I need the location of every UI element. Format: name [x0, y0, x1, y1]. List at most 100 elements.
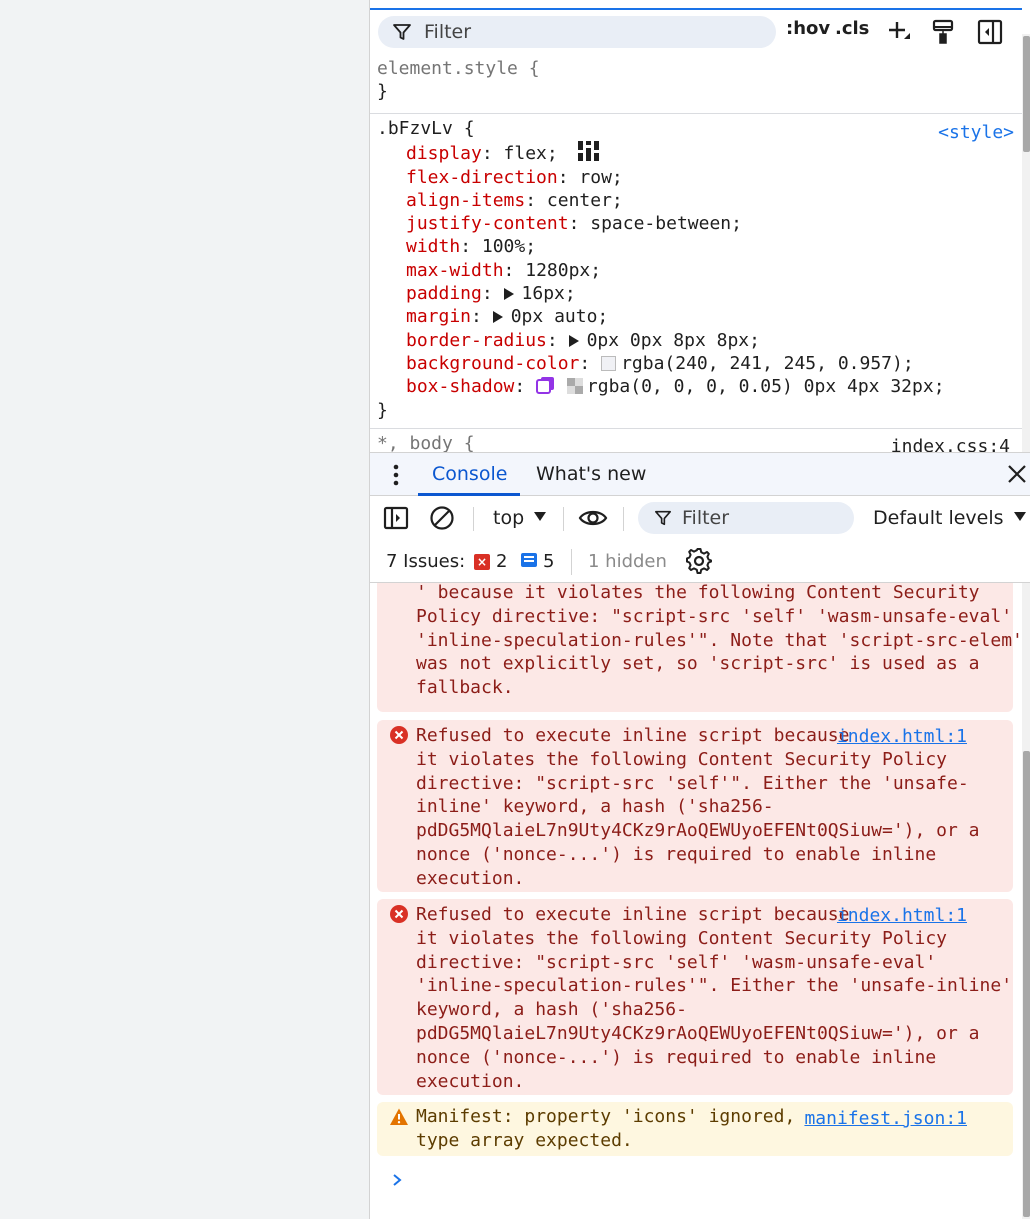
checker-swatch-icon[interactable]: [566, 378, 583, 395]
decl-background-color[interactable]: background-color: rgba(240, 241, 245, 0.…: [370, 352, 1022, 375]
toolbar-divider: [563, 507, 564, 531]
decl-display[interactable]: display: flex;: [370, 140, 1022, 165]
message-line: type array expected.: [416, 1129, 633, 1151]
rule-source-link[interactable]: index.css:4: [891, 435, 1010, 452]
decl-width[interactable]: width: 100%;: [370, 235, 1022, 258]
decl-prop: align-items: [406, 189, 526, 211]
issues-label[interactable]: 7 Issues:: [386, 551, 465, 572]
live-expression-eye-icon[interactable]: [578, 505, 608, 531]
expand-triangle-icon[interactable]: [503, 288, 514, 301]
decl-prop: display: [406, 143, 482, 165]
message-line: Policy directive: "script-src 'self' 'wa…: [416, 605, 1013, 627]
console-scrollbar-thumb[interactable]: [1023, 751, 1030, 1217]
log-levels-dropdown[interactable]: Default levels: [873, 507, 1026, 529]
shadow-editor-icon[interactable]: [536, 376, 556, 395]
message-line: directive: "script-src 'self'". Either t…: [416, 772, 969, 794]
styles-filter-placeholder: Filter: [424, 21, 472, 43]
message-line: ' because it violates the following Cont…: [416, 583, 980, 603]
message-line: keyword, a hash ('sha256-: [416, 999, 687, 1021]
styles-tab-indicator: [370, 8, 1022, 10]
decl-align-items[interactable]: align-items: center;: [370, 189, 1022, 212]
decl-justify-content[interactable]: justify-content: space-between;: [370, 212, 1022, 235]
message-line: execution.: [416, 867, 525, 889]
decl-value: flex;: [503, 143, 558, 165]
message-line: inline' keyword, a hash ('sha256-: [416, 796, 774, 818]
decl-prop: width: [406, 236, 461, 258]
chevron-down-icon: [1013, 512, 1026, 521]
expand-triangle-icon[interactable]: [568, 334, 579, 347]
show-sidebar-icon[interactable]: [383, 505, 409, 531]
rule-selector[interactable]: .bFzvLv {: [370, 117, 1022, 140]
issues-info-count[interactable]: 5: [521, 551, 554, 572]
toggle-sidebar-icon[interactable]: [977, 19, 1003, 45]
decl-value: 1280px;: [525, 259, 602, 281]
console-prompt-chevron-icon[interactable]: [390, 1173, 404, 1187]
rule-divider: [370, 113, 1022, 114]
decl-prop: background-color: [406, 352, 580, 374]
rule-source-link[interactable]: <style>: [938, 121, 1014, 144]
new-style-rule-icon[interactable]: [886, 19, 912, 45]
decl-prop: padding: [406, 283, 482, 305]
decl-value: row;: [579, 166, 623, 188]
message-source-link[interactable]: index.html:1: [837, 725, 967, 749]
rule-close: }: [377, 399, 388, 421]
message-line: nonce ('nonce-...') is required to enabl…: [416, 843, 937, 865]
flexbox-editor-icon[interactable]: [577, 140, 601, 162]
decl-value: 0px 0px 8px 8px;: [586, 329, 760, 351]
console-error-message[interactable]: ' because it violates the following Cont…: [377, 583, 1022, 712]
decl-padding[interactable]: padding: 16px;: [370, 282, 1022, 305]
message-line: pdDG5MQlaieL7n9Uty4CKz9rAoQEWUyoEFENt0QS…: [416, 1022, 980, 1044]
console-filter-input[interactable]: Filter: [638, 502, 854, 534]
message-source-link[interactable]: index.html:1: [837, 904, 967, 928]
element-style-close: }: [377, 81, 388, 103]
color-swatch-icon[interactable]: [601, 355, 617, 371]
active-tab-indicator: [418, 493, 520, 496]
decl-margin[interactable]: margin: 0px auto;: [370, 305, 1022, 328]
message-line: 'inline-speculation-rules'". Note that '…: [416, 629, 1022, 651]
decl-border-radius[interactable]: border-radius: 0px 0px 8px 8px;: [370, 329, 1022, 352]
console-warning-message[interactable]: manifest.json:1 Manifest: property 'icon…: [377, 1102, 1013, 1156]
styles-pane: Filter :hov .cls element.style { } <styl…: [370, 0, 1022, 452]
styles-filter-input[interactable]: Filter: [378, 16, 776, 48]
console-settings-gear-icon[interactable]: [686, 548, 712, 574]
drawer-tab-bar: Console What's new: [370, 452, 1030, 496]
decl-value: rgba(0, 0, 0, 0.05) 0px 4px 32px;: [586, 376, 945, 398]
clear-console-icon[interactable]: [429, 505, 455, 531]
message-source-link[interactable]: manifest.json:1: [804, 1107, 967, 1131]
styles-scrollbar-thumb[interactable]: [1023, 36, 1030, 152]
hidden-issues-count: 1 hidden: [588, 551, 667, 572]
chevron-down-icon: [534, 512, 547, 521]
message-line: nonce ('nonce-...') is required to enabl…: [416, 1046, 937, 1068]
element-style-rule: element.style { }: [370, 57, 1022, 104]
tab-console[interactable]: Console: [432, 463, 507, 485]
styles-scrollbar[interactable]: [1022, 34, 1030, 452]
context-selector[interactable]: top: [493, 507, 547, 529]
console-scrollbar[interactable]: [1022, 583, 1030, 1219]
console-error-message[interactable]: index.html:1 Refused to execute inline s…: [377, 899, 1013, 1095]
cls-toggle-button[interactable]: .cls: [835, 18, 869, 39]
message-line: it violates the following Content Securi…: [416, 927, 948, 949]
styles-toolbar: Filter :hov .cls: [370, 12, 1022, 52]
toolbar-divider: [473, 507, 474, 531]
more-tools-icon[interactable]: [390, 463, 402, 487]
paint-roller-icon[interactable]: [930, 19, 956, 45]
decl-value: 100%;: [481, 236, 537, 258]
decl-max-width[interactable]: max-width: 1280px;: [370, 259, 1022, 282]
element-style-selector[interactable]: element.style {: [370, 57, 1022, 80]
console-error-message[interactable]: index.html:1 Refused to execute inline s…: [377, 720, 1013, 892]
message-line: pdDG5MQlaieL7n9Uty4CKz9rAoQEWUyoEFENt0QS…: [416, 820, 980, 842]
close-drawer-icon[interactable]: [1006, 463, 1028, 485]
issues-error-count[interactable]: × 2: [474, 551, 507, 572]
context-value: top: [493, 507, 525, 529]
filter-icon: [393, 24, 411, 40]
decl-value: rgba(240, 241, 245, 0.957);: [621, 352, 914, 374]
console-toolbar: top Filter Default levels: [370, 497, 1030, 541]
expand-triangle-icon[interactable]: [492, 311, 503, 324]
decl-value: 0px auto;: [510, 306, 609, 328]
decl-box-shadow[interactable]: box-shadow: rgba(0, 0, 0, 0.05) 0px 4px …: [370, 375, 1022, 398]
decl-flex-direction[interactable]: flex-direction: row;: [370, 166, 1022, 189]
message-line: fallback.: [416, 677, 514, 699]
hov-toggle-button[interactable]: :hov: [786, 18, 830, 39]
tab-whats-new[interactable]: What's new: [536, 463, 646, 485]
decl-prop: border-radius: [406, 329, 547, 351]
